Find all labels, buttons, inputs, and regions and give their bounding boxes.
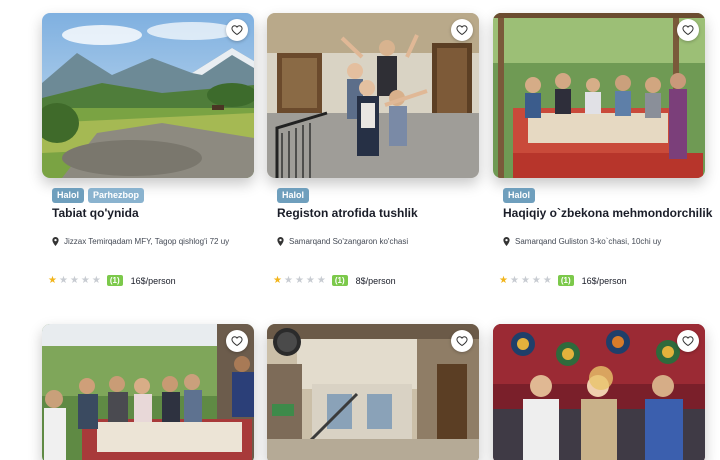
star-icon: ★ (542, 274, 552, 286)
favorite-button[interactable] (226, 330, 248, 352)
star-icon: ★ (499, 274, 508, 286)
tag-halol: Halol (277, 188, 310, 203)
heart-outline-icon (231, 336, 243, 347)
address-text: Jizzax Temirqadam MFY, Tagop qishlog'i 7… (64, 237, 230, 246)
star-icon: ★ (80, 274, 90, 286)
tag-halol: Halol (503, 188, 536, 203)
favorite-button[interactable] (451, 330, 473, 352)
listing-address: Jizzax Temirqadam MFY, Tagop qishlog'i 7… (52, 237, 229, 246)
star-icon: ★ (316, 274, 326, 286)
price: 16$/person (130, 275, 176, 286)
tag-halol: Halol (52, 188, 85, 203)
listing-photo-family-meal[interactable] (493, 13, 705, 178)
price: 8$/person (355, 275, 396, 286)
review-count-badge: (1) (331, 275, 348, 286)
listing-card[interactable] (267, 324, 479, 460)
star-icon: ★ (273, 274, 282, 286)
tag-parhezbop: Parhezbop (88, 188, 145, 203)
star-icon: ★ (283, 274, 293, 286)
star-icon: ★ (69, 274, 79, 286)
favorite-button[interactable] (677, 330, 699, 352)
rating: ★ ★ ★ ★ ★ (1) 16$/person (48, 275, 176, 286)
listing-title[interactable]: Registon atrofida tushlik (277, 206, 418, 220)
price: 16$/person (581, 275, 627, 286)
listing-photo-group-stairs[interactable] (267, 13, 479, 178)
heart-outline-icon (682, 336, 694, 347)
star-icon: ★ (294, 274, 304, 286)
tag-list: Halol (277, 188, 310, 203)
rating: ★ ★ ★ ★ ★ (1) 16$/person (499, 275, 627, 286)
map-pin-icon (277, 237, 284, 246)
listing-photo-courtyard[interactable] (267, 324, 479, 460)
star-icon: ★ (509, 274, 519, 286)
heart-outline-icon (231, 25, 243, 36)
mountain-meadow-image (42, 13, 254, 178)
listing-card[interactable]: Halol Haqiqiy o`zbekona mehmondorchilik … (493, 13, 712, 286)
listing-title[interactable]: Haqiqiy o`zbekona mehmondorchilik (503, 206, 712, 220)
favorite-button[interactable] (226, 19, 248, 41)
star-icon: ★ (305, 274, 315, 286)
family-meal-image (493, 13, 705, 178)
listing-card[interactable] (493, 324, 705, 460)
address-text: Samarqand So'zangaron ko'chasi (289, 237, 409, 246)
favorite-button[interactable] (451, 19, 473, 41)
courtyard-house-image (267, 324, 479, 460)
heart-outline-icon (456, 336, 468, 347)
favorite-button[interactable] (677, 19, 699, 41)
group-on-stairs-image (267, 13, 479, 178)
garden-feast-image (42, 324, 254, 460)
heart-outline-icon (682, 25, 694, 36)
rating: ★ ★ ★ ★ ★ (1) 8$/person (273, 275, 396, 286)
review-count-badge: (1) (557, 275, 574, 286)
tag-list: Halol (503, 188, 536, 203)
star-icon: ★ (520, 274, 530, 286)
heart-outline-icon (456, 25, 468, 36)
listing-photo-garden-feast[interactable] (42, 324, 254, 460)
map-pin-icon (52, 237, 59, 246)
map-pin-icon (503, 237, 510, 246)
listing-address: Samarqand Guliston 3-ko`chasi, 10chi uy (503, 237, 661, 246)
listing-address: Samarqand So'zangaron ko'chasi (277, 237, 408, 246)
tag-list: Halol Parhezbop (52, 188, 145, 203)
listing-card[interactable]: Halol Parhezbop Tabiat qo'ynida Jizzax T… (42, 13, 254, 286)
star-icon: ★ (91, 274, 101, 286)
review-count-badge: (1) (106, 275, 123, 286)
address-text: Samarqand Guliston 3-ko`chasi, 10chi uy (515, 237, 662, 246)
listing-card[interactable] (42, 324, 254, 460)
listing-photo-mountains[interactable] (42, 13, 254, 178)
listing-photo-women-suzani[interactable] (493, 324, 705, 460)
star-icon: ★ (58, 274, 68, 286)
women-suzani-image (493, 324, 705, 460)
star-icon: ★ (531, 274, 541, 286)
listing-title[interactable]: Tabiat qo'ynida (52, 206, 139, 220)
star-icon: ★ (48, 274, 57, 286)
listing-card[interactable]: Halol Registon atrofida tushlik Samarqan… (267, 13, 479, 286)
